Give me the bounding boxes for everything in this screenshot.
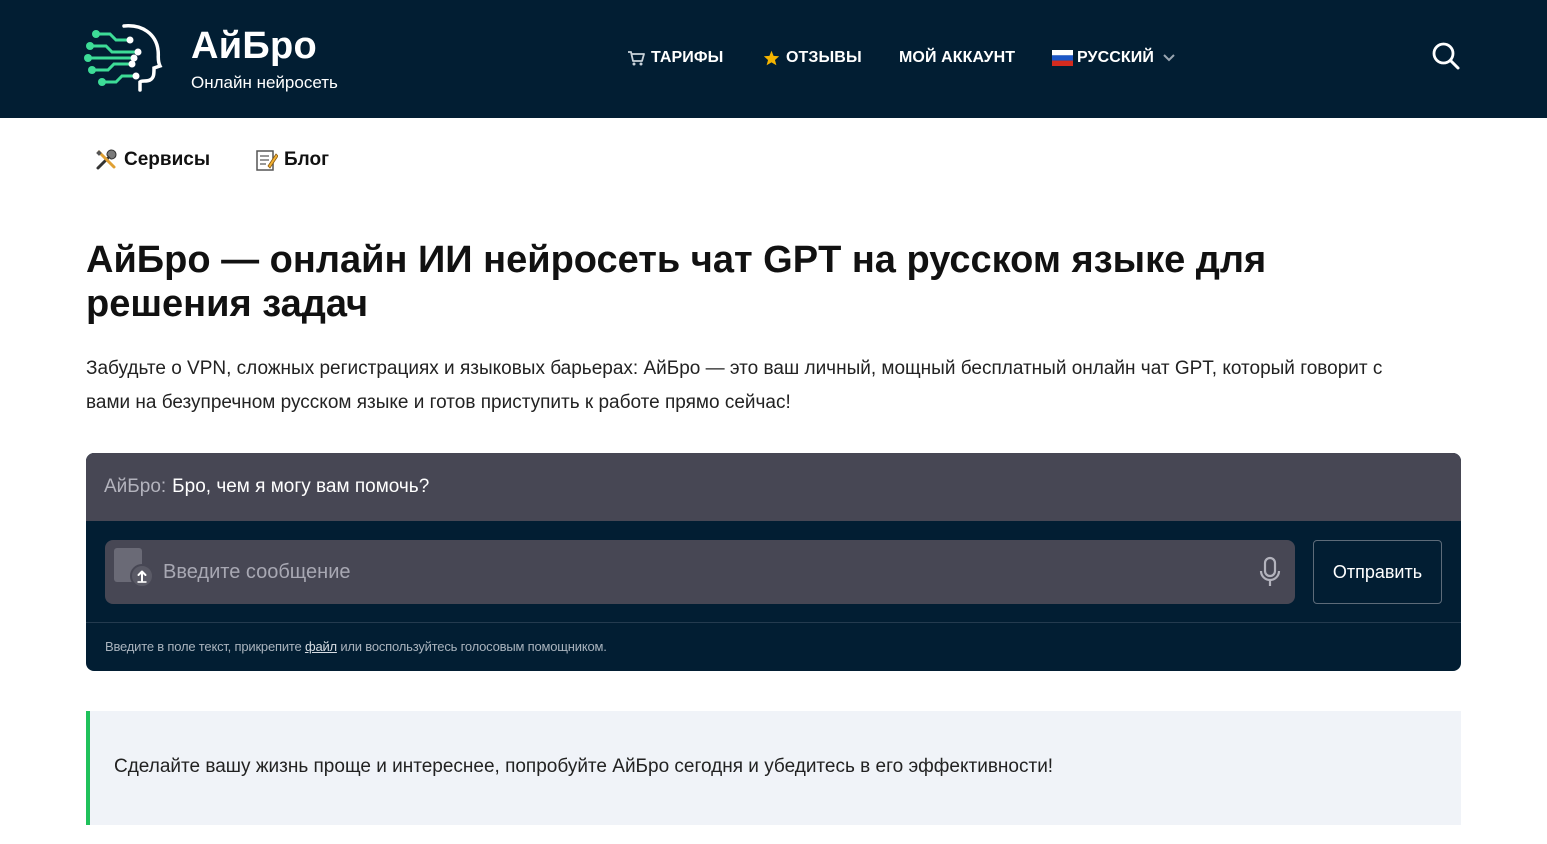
chat-divider <box>86 622 1461 623</box>
tools-icon <box>96 149 117 170</box>
message-sender: АйБро: <box>104 476 167 497</box>
intro-paragraph: Забудьте о VPN, сложных регистрациях и я… <box>86 352 1466 420</box>
chat-hint: Введите в поле текст, прикрепите файл ил… <box>105 639 607 654</box>
submenu-services-label: Сервисы <box>124 149 211 170</box>
callout-box: Сделайте вашу жизнь проще и интереснее, … <box>86 711 1461 825</box>
chat-hint-text-after: или воспользуйтесь голосовым помощником. <box>336 639 607 654</box>
memo-icon <box>256 150 278 171</box>
message-text: Бро, чем я могу вам помочь? <box>172 476 430 497</box>
russia-flag-icon <box>1052 50 1073 66</box>
message-input[interactable] <box>163 540 1243 604</box>
callout-text: Сделайте вашу жизнь проще и интереснее, … <box>114 756 1054 777</box>
submenu-services[interactable]: Сервисы <box>94 147 210 173</box>
bot-message: АйБро: Бро, чем я могу вам помочь? <box>86 453 1461 521</box>
chat-widget: АйБро: Бро, чем я могу вам помочь? Отпра… <box>86 453 1461 671</box>
microphone-icon[interactable] <box>1257 556 1283 588</box>
cart-icon <box>628 51 645 66</box>
chevron-down-icon <box>1163 54 1175 62</box>
message-input-box <box>105 540 1295 604</box>
site-header: АйБро Онлайн нейросеть ТАРИФЫ ОТЗЫВЫ МОЙ… <box>0 0 1547 118</box>
submenu-blog-label: Блог <box>284 149 329 170</box>
nav-reviews[interactable]: ОТЗЫВЫ <box>763 46 862 70</box>
nav-my-account-label: МОЙ АККАУНТ <box>899 49 1016 66</box>
page-title: АйБро — онлайн ИИ нейросеть чат GPT на р… <box>86 238 1386 326</box>
submenu-blog[interactable]: Блог <box>254 147 329 173</box>
chat-hint-file-link[interactable]: файл <box>305 639 337 654</box>
intro-line-1: Забудьте о VPN, сложных регистрациях и я… <box>86 358 1383 379</box>
nav-language-label: РУССКИЙ <box>1077 49 1154 66</box>
page-title-line-2: решения задач <box>86 283 369 325</box>
attach-file-icon[interactable] <box>114 548 156 590</box>
nav-tariffs[interactable]: ТАРИФЫ <box>627 46 723 70</box>
nav-tariffs-label: ТАРИФЫ <box>651 49 724 66</box>
nav-language-select[interactable]: РУССКИЙ <box>1052 46 1176 70</box>
brand-tagline: Онлайн нейросеть <box>191 73 338 92</box>
nav-my-account[interactable]: МОЙ АККАУНТ <box>899 46 1015 70</box>
send-button[interactable]: Отправить <box>1313 540 1442 604</box>
main-nav: ТАРИФЫ ОТЗЫВЫ МОЙ АККАУНТ РУССКИЙ <box>0 46 1547 70</box>
intro-line-2: вами на безупречном русском языке и гото… <box>86 392 791 413</box>
nav-reviews-label: ОТЗЫВЫ <box>786 49 862 66</box>
page-title-line-1: АйБро — онлайн ИИ нейросеть чат GPT на р… <box>86 239 1267 281</box>
chat-hint-text-before: Введите в поле текст, прикрепите <box>105 639 305 654</box>
search-icon[interactable] <box>1431 41 1461 71</box>
star-icon <box>763 50 780 66</box>
